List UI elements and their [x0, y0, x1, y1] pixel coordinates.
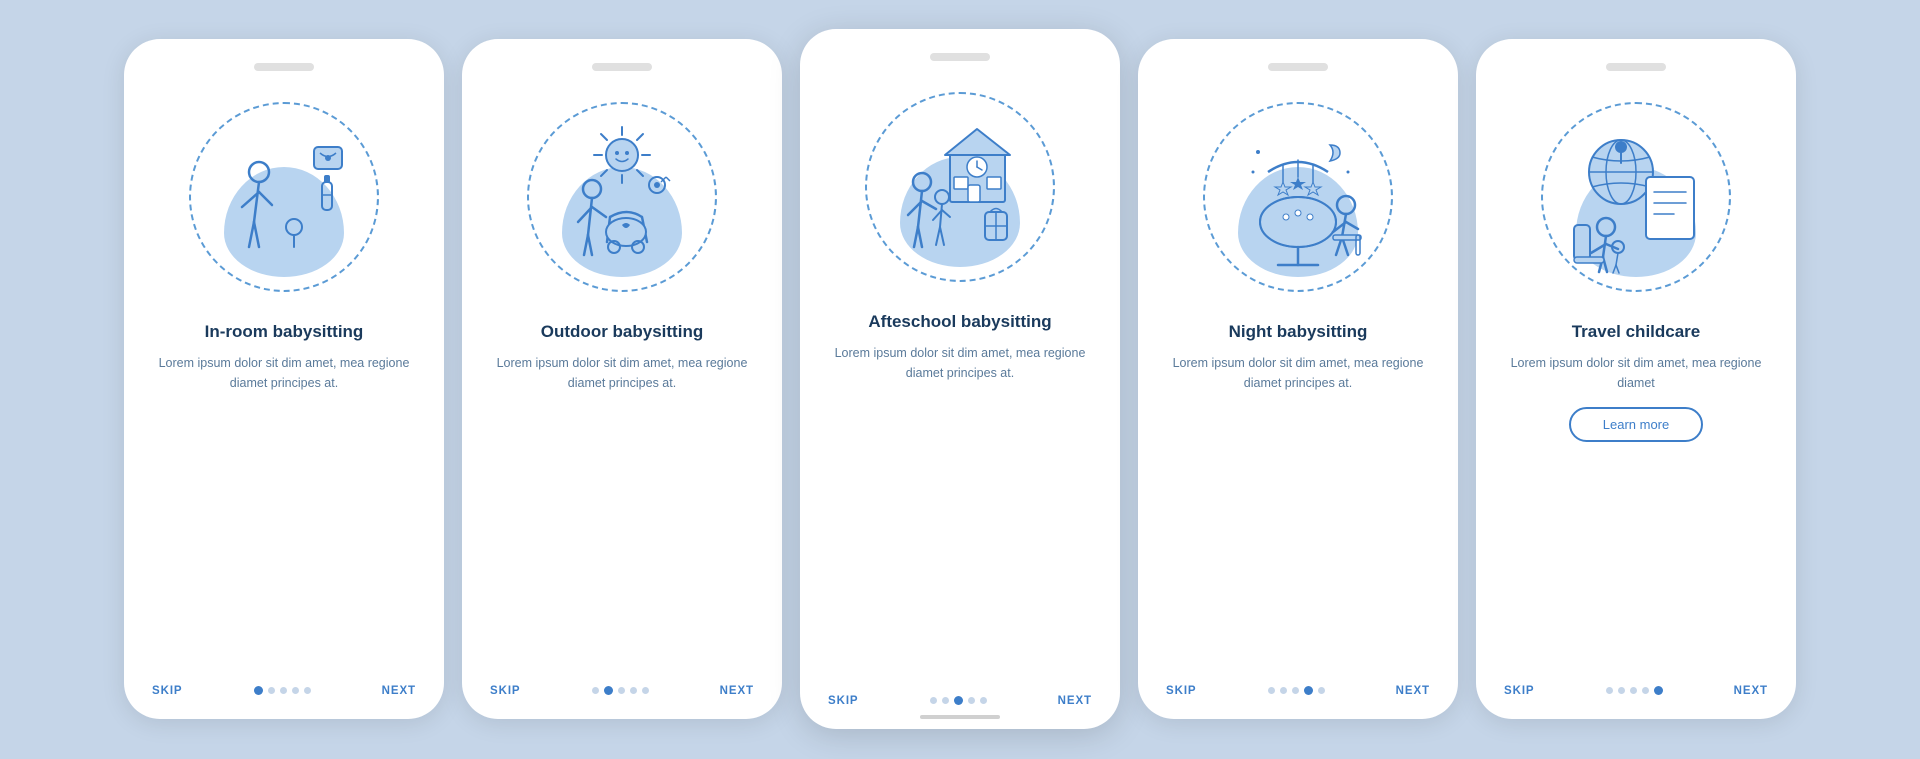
card-desc-4: Lorem ipsum dolor sit dim amet, mea regi…: [1158, 353, 1438, 393]
dot-5-1: [1606, 687, 1613, 694]
outdoor-icon-2: [542, 117, 702, 277]
card-footer-5: SKIP NEXT: [1476, 685, 1796, 697]
next-button-2[interactable]: NEXT: [720, 685, 754, 697]
phone-notch-3: [930, 53, 990, 61]
dot-4-5: [1318, 687, 1325, 694]
dot-1-4: [292, 687, 299, 694]
card-title-1: In-room babysitting: [205, 321, 364, 343]
phone-card-4: Night babysitting Lorem ipsum dolor sit …: [1138, 39, 1458, 719]
card-footer-2: SKIP NEXT: [462, 685, 782, 697]
dot-2-2: [604, 686, 613, 695]
card-footer-3: SKIP NEXT: [800, 695, 1120, 707]
phone-card-3: Afteschool babysitting Lorem ipsum dolor…: [800, 29, 1120, 729]
phone-notch-2: [592, 63, 652, 71]
screens-container: In-room babysitting Lorem ipsum dolor si…: [84, 0, 1836, 759]
bottom-bar-3: [920, 715, 1000, 719]
illustration-3: [850, 77, 1070, 297]
phone-notch-5: [1606, 63, 1666, 71]
afterschool-icon-3: [880, 107, 1040, 267]
dots-5: [1606, 686, 1663, 695]
travel-icon-5: [1556, 117, 1716, 277]
dot-4-3: [1292, 687, 1299, 694]
card-title-5: Travel childcare: [1572, 321, 1701, 343]
illustration-4: [1188, 87, 1408, 307]
skip-button-3[interactable]: SKIP: [828, 695, 859, 707]
card-title-3: Afteschool babysitting: [868, 311, 1051, 333]
dot-5-5: [1654, 686, 1663, 695]
illustration-1: [174, 87, 394, 307]
dot-2-3: [618, 687, 625, 694]
next-button-3[interactable]: NEXT: [1058, 695, 1092, 707]
dots-1: [254, 686, 311, 695]
card-footer-1: SKIP NEXT: [124, 685, 444, 697]
card-desc-2: Lorem ipsum dolor sit dim amet, mea regi…: [482, 353, 762, 393]
phone-card-1: In-room babysitting Lorem ipsum dolor si…: [124, 39, 444, 719]
dot-1-1: [254, 686, 263, 695]
skip-button-2[interactable]: SKIP: [490, 685, 521, 697]
dot-3-1: [930, 697, 937, 704]
next-button-1[interactable]: NEXT: [382, 685, 416, 697]
dot-1-5: [304, 687, 311, 694]
card-desc-3: Lorem ipsum dolor sit dim amet, mea regi…: [820, 343, 1100, 383]
learn-more-button[interactable]: Learn more: [1569, 407, 1703, 442]
dot-5-2: [1618, 687, 1625, 694]
illustration-5: [1526, 87, 1746, 307]
dot-3-3: [954, 696, 963, 705]
phone-notch-1: [254, 63, 314, 71]
dot-4-2: [1280, 687, 1287, 694]
skip-button-5[interactable]: SKIP: [1504, 685, 1535, 697]
dot-5-4: [1642, 687, 1649, 694]
dot-3-4: [968, 697, 975, 704]
skip-button-1[interactable]: SKIP: [152, 685, 183, 697]
dot-3-2: [942, 697, 949, 704]
babysitting-icon-1: [204, 117, 364, 277]
card-title-2: Outdoor babysitting: [541, 321, 703, 343]
dot-2-1: [592, 687, 599, 694]
illustration-2: [512, 87, 732, 307]
dot-2-4: [630, 687, 637, 694]
dot-1-2: [268, 687, 275, 694]
dot-5-3: [1630, 687, 1637, 694]
card-title-4: Night babysitting: [1229, 321, 1368, 343]
dot-2-5: [642, 687, 649, 694]
dot-4-1: [1268, 687, 1275, 694]
dot-3-5: [980, 697, 987, 704]
skip-button-4[interactable]: SKIP: [1166, 685, 1197, 697]
phone-card-5: Travel childcare Lorem ipsum dolor sit d…: [1476, 39, 1796, 719]
card-desc-1: Lorem ipsum dolor sit dim amet, mea regi…: [144, 353, 424, 393]
dots-3: [930, 696, 987, 705]
dots-2: [592, 686, 649, 695]
card-footer-4: SKIP NEXT: [1138, 685, 1458, 697]
card-desc-5: Lorem ipsum dolor sit dim amet, mea regi…: [1496, 353, 1776, 393]
phone-notch-4: [1268, 63, 1328, 71]
night-icon-4: [1218, 117, 1378, 277]
phone-card-2: Outdoor babysitting Lorem ipsum dolor si…: [462, 39, 782, 719]
next-button-5[interactable]: NEXT: [1734, 685, 1768, 697]
dot-1-3: [280, 687, 287, 694]
dot-4-4: [1304, 686, 1313, 695]
next-button-4[interactable]: NEXT: [1396, 685, 1430, 697]
dots-4: [1268, 686, 1325, 695]
